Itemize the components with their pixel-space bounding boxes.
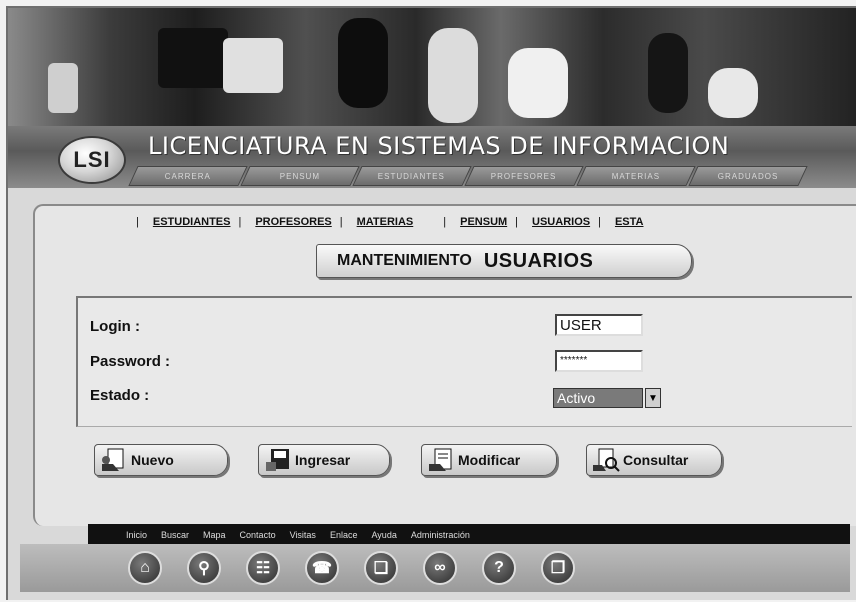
search-icon[interactable]: ⚲ [187, 551, 221, 585]
top-tab-pensum[interactable]: PENSUM [240, 166, 360, 186]
estado-label: Estado : [90, 387, 150, 404]
chevron-down-icon[interactable]: ▼ [645, 388, 661, 408]
top-tab-graduados[interactable]: GRADUADOS [688, 166, 808, 186]
ingresar-button[interactable]: Ingresar [258, 444, 390, 476]
footer-link-enlace[interactable]: Enlace [330, 530, 358, 540]
nav-pensum[interactable]: PENSUM [460, 216, 507, 228]
top-tab-estudiantes[interactable]: ESTUDIANTES [352, 166, 472, 186]
nav-usuarios[interactable]: USUARIOS [532, 216, 590, 228]
magnifier-document-icon [591, 446, 621, 474]
password-label: Password : [90, 353, 171, 370]
edit-document-icon [426, 446, 456, 474]
consultar-label: Consultar [623, 452, 689, 468]
top-tabs: CARRERA PENSUM ESTUDIANTES PROFESORES MA… [128, 166, 808, 186]
contact-icon[interactable]: ☎ [305, 551, 339, 585]
top-tab-materias[interactable]: MATERIAS [576, 166, 696, 186]
nuevo-label: Nuevo [131, 452, 174, 468]
link-icon[interactable]: ∞ [423, 551, 457, 585]
login-input[interactable]: USER [555, 314, 643, 336]
section-nav: | ESTUDIANTES | PROFESORES | MATERIAS | … [136, 216, 644, 228]
login-label: Login : [90, 318, 140, 335]
lsi-logo[interactable]: LSI [58, 136, 126, 184]
nuevo-button[interactable]: Nuevo [94, 444, 228, 476]
header-banner-photo [8, 8, 856, 126]
footer-link-visitas[interactable]: Visitas [290, 530, 316, 540]
help-icon[interactable]: ? [482, 551, 516, 585]
sitemap-icon[interactable]: ☷ [246, 551, 280, 585]
visits-book-icon[interactable]: ❏ [364, 551, 398, 585]
footer-link-mapa[interactable]: Mapa [203, 530, 226, 540]
top-tab-profesores[interactable]: PROFESORES [464, 166, 584, 186]
save-disk-icon [263, 446, 293, 474]
nav-esta[interactable]: ESTA [615, 216, 644, 228]
estado-select[interactable]: Activo ▼ [553, 388, 665, 410]
heading-prefix: MANTENIMIENTO [337, 252, 472, 269]
site-title: LICENCIATURA EN SISTEMAS DE INFORMACION [148, 132, 730, 160]
footer-link-inicio[interactable]: Inicio [126, 530, 147, 540]
footer-link-administracion[interactable]: Administración [411, 530, 470, 540]
nav-materias[interactable]: MATERIAS [357, 216, 414, 228]
footer-link-ayuda[interactable]: Ayuda [371, 530, 396, 540]
new-document-icon [99, 446, 129, 474]
top-tab-carrera[interactable]: CARRERA [128, 166, 248, 186]
ingresar-label: Ingresar [295, 452, 351, 468]
footer-links: Inicio Buscar Mapa Contacto Visitas Enla… [126, 530, 484, 540]
home-icon[interactable]: ⌂ [128, 551, 162, 585]
admin-icon[interactable]: ❐ [541, 551, 575, 585]
heading-title: USUARIOS [483, 249, 594, 272]
password-input[interactable]: ******* [555, 350, 643, 372]
estado-selected-value[interactable]: Activo [553, 388, 643, 408]
footer-icon-row: ⌂ ⚲ ☷ ☎ ❏ ∞ ? ❐ [128, 551, 600, 585]
user-form [76, 296, 852, 427]
page-heading: MANTENIMIENTO USUARIOS [316, 244, 692, 278]
footer-link-buscar[interactable]: Buscar [161, 530, 189, 540]
modificar-button[interactable]: Modificar [421, 444, 557, 476]
footer-link-contacto[interactable]: Contacto [240, 530, 276, 540]
modificar-label: Modificar [458, 452, 521, 468]
nav-profesores[interactable]: PROFESORES [255, 216, 331, 228]
nav-estudiantes[interactable]: ESTUDIANTES [153, 216, 231, 228]
consultar-button[interactable]: Consultar [586, 444, 722, 476]
